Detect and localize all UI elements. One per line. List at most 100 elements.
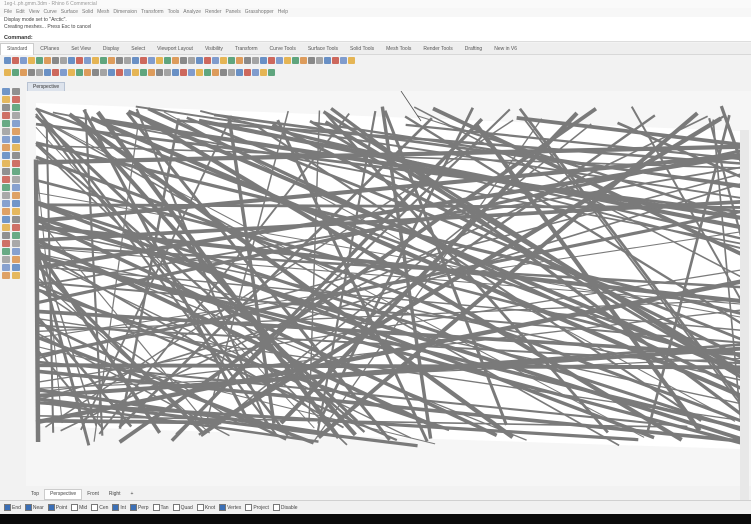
osnap-mid[interactable]: Mid: [71, 501, 87, 515]
tool-icon[interactable]: [12, 168, 20, 175]
menu-item-analyze[interactable]: Analyze: [183, 9, 201, 15]
osnap-end[interactable]: End: [4, 501, 21, 515]
perspective-viewport[interactable]: [26, 91, 751, 486]
tab-drafting[interactable]: Drafting: [459, 44, 489, 55]
select-icon[interactable]: [164, 69, 171, 76]
viewport-tab-top[interactable]: Top: [26, 490, 44, 499]
save-icon[interactable]: [308, 57, 315, 64]
tool-icon[interactable]: [2, 128, 10, 135]
menu-item-panels[interactable]: Panels: [226, 9, 241, 15]
tool-icon[interactable]: [2, 216, 10, 223]
osnap-checkbox[interactable]: [219, 504, 227, 512]
save-icon[interactable]: [204, 69, 211, 76]
render-icon[interactable]: [276, 57, 283, 64]
tool-icon[interactable]: [12, 96, 20, 103]
tool-icon[interactable]: [2, 272, 10, 279]
tab-set-view[interactable]: Set View: [65, 44, 97, 55]
viewport-tab-perspective[interactable]: Perspective: [44, 489, 83, 500]
menu-item-render[interactable]: Render: [205, 9, 221, 15]
osnap-point[interactable]: Point: [47, 501, 67, 515]
select-icon[interactable]: [172, 57, 179, 64]
undo-icon[interactable]: [36, 57, 43, 64]
rotate-icon[interactable]: [244, 69, 251, 76]
osnap-vertex[interactable]: Vertex: [219, 501, 241, 515]
print-icon[interactable]: [316, 57, 323, 64]
tool-icon[interactable]: [12, 272, 20, 279]
tab-surface-tools[interactable]: Surface Tools: [302, 44, 344, 55]
osnap-cen[interactable]: Cen: [91, 501, 108, 515]
lattice-mesh-model[interactable]: [26, 91, 751, 486]
new-file-icon[interactable]: [196, 57, 203, 64]
tool-icon[interactable]: [2, 168, 10, 175]
pan-icon[interactable]: [236, 69, 243, 76]
menu-item-file[interactable]: File: [4, 9, 12, 15]
tool-icon[interactable]: [12, 200, 20, 207]
tool-icon[interactable]: [2, 248, 10, 255]
menu-item-dimension[interactable]: Dimension: [113, 9, 137, 15]
rotate-icon[interactable]: [52, 69, 59, 76]
osnap-checkbox[interactable]: [24, 504, 32, 512]
material-icon[interactable]: [84, 69, 91, 76]
render-icon[interactable]: [268, 69, 275, 76]
viewport-tab-front[interactable]: Front: [82, 490, 104, 499]
tool-icon[interactable]: [2, 240, 10, 247]
redo-icon[interactable]: [44, 57, 51, 64]
menu-item-solid[interactable]: Solid: [82, 9, 93, 15]
undo-icon[interactable]: [220, 69, 227, 76]
tool-icon[interactable]: [12, 264, 20, 271]
tool-icon[interactable]: [2, 192, 10, 199]
tool-icon[interactable]: [2, 176, 10, 183]
tool-icon[interactable]: [2, 88, 10, 95]
osnap-checkbox[interactable]: [91, 504, 99, 512]
print-icon[interactable]: [28, 57, 35, 64]
tool-icon[interactable]: [2, 200, 10, 207]
osnap-checkbox[interactable]: [172, 504, 180, 512]
tool-icon[interactable]: [12, 192, 20, 199]
osnap-perp[interactable]: Perp: [129, 501, 149, 515]
tool-icon[interactable]: [2, 160, 10, 167]
rotate-icon[interactable]: [148, 69, 155, 76]
tool-icon[interactable]: [12, 120, 20, 127]
tab-transform[interactable]: Transform: [229, 44, 264, 55]
undo-icon[interactable]: [324, 57, 331, 64]
tool-icon[interactable]: [12, 256, 20, 263]
redo-icon[interactable]: [228, 69, 235, 76]
tool-icon[interactable]: [12, 184, 20, 191]
tool-icon[interactable]: [12, 152, 20, 159]
print-icon[interactable]: [20, 69, 27, 76]
osnap-checkbox[interactable]: [152, 504, 160, 512]
save-icon[interactable]: [116, 57, 123, 64]
menu-item-surface[interactable]: Surface: [61, 9, 78, 15]
tool-icon[interactable]: [12, 208, 20, 215]
pan-icon[interactable]: [44, 69, 51, 76]
undo-icon[interactable]: [124, 69, 131, 76]
print-icon[interactable]: [212, 69, 219, 76]
open-icon[interactable]: [204, 57, 211, 64]
render-icon[interactable]: [180, 57, 187, 64]
pan-icon[interactable]: [340, 57, 347, 64]
viewport-tab-right[interactable]: Right: [104, 490, 126, 499]
tool-icon[interactable]: [2, 96, 10, 103]
undo-icon[interactable]: [228, 57, 235, 64]
tool-icon[interactable]: [12, 176, 20, 183]
osnap-checkbox[interactable]: [272, 504, 280, 512]
osnap-checkbox[interactable]: [112, 504, 120, 512]
tool-icon[interactable]: [2, 264, 10, 271]
open-icon[interactable]: [300, 57, 307, 64]
tool-icon[interactable]: [2, 112, 10, 119]
material-icon[interactable]: [188, 57, 195, 64]
tool-icon[interactable]: [2, 224, 10, 231]
tool-icon[interactable]: [12, 88, 20, 95]
pan-icon[interactable]: [148, 57, 155, 64]
menu-item-mesh[interactable]: Mesh: [97, 9, 109, 15]
tab-display[interactable]: Display: [97, 44, 125, 55]
rotate-icon[interactable]: [252, 57, 259, 64]
select-icon[interactable]: [76, 57, 83, 64]
redo-icon[interactable]: [36, 69, 43, 76]
osnap-knot[interactable]: Knot: [196, 501, 215, 515]
open-icon[interactable]: [196, 69, 203, 76]
redo-icon[interactable]: [132, 69, 139, 76]
tool-icon[interactable]: [2, 144, 10, 151]
menu-item-edit[interactable]: Edit: [16, 9, 25, 15]
command-input[interactable]: Command:: [0, 34, 751, 42]
